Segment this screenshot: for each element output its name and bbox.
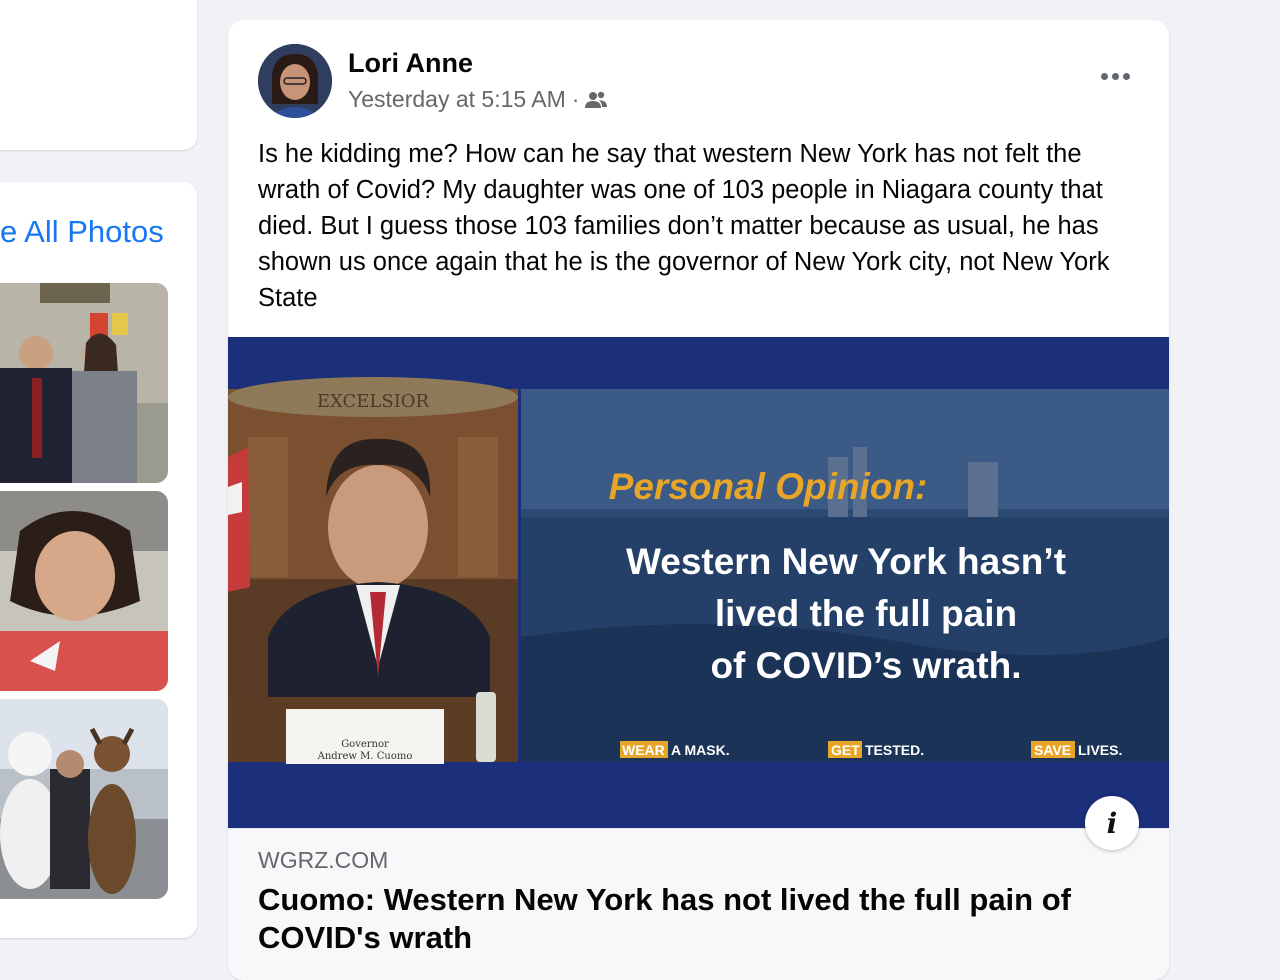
slogan-tag: SAVE bbox=[1034, 742, 1071, 758]
link-preview-footer[interactable]: WGRZ.COM Cuomo: Western New York has not… bbox=[228, 828, 1169, 980]
feed-post: Lori Anne Yesterday at 5:15 AM · Is he k… bbox=[228, 20, 1169, 980]
opinion-label: Personal Opinion: bbox=[609, 466, 928, 507]
photo-thumbnail[interactable] bbox=[0, 491, 168, 691]
slogan-text: A MASK. bbox=[671, 742, 730, 758]
info-icon[interactable]: i bbox=[1085, 796, 1139, 850]
see-all-photos-link[interactable]: e All Photos bbox=[0, 214, 164, 250]
more-options-button[interactable] bbox=[1095, 64, 1135, 88]
photo-thumbnail[interactable] bbox=[0, 283, 168, 483]
quote-line-3: of COVID’s wrath. bbox=[710, 645, 1021, 686]
photo-image bbox=[0, 491, 168, 691]
author-name[interactable]: Lori Anne bbox=[348, 48, 473, 79]
news-graphic: EXCELSIOR Governor Andrew M. Cuomo Perso… bbox=[228, 337, 1169, 828]
slogan-text: LIVES. bbox=[1078, 742, 1122, 758]
dot bbox=[1122, 72, 1130, 80]
dot bbox=[1100, 72, 1108, 80]
avatar-image bbox=[258, 44, 332, 118]
meta-separator: · bbox=[571, 86, 580, 112]
author-avatar[interactable] bbox=[258, 44, 332, 118]
left-sidebar-card bbox=[0, 0, 197, 150]
dot bbox=[1111, 72, 1119, 80]
post-text: Is he kidding me? How can he say that we… bbox=[258, 140, 1110, 312]
quote-line-2: lived the full pain bbox=[715, 593, 1017, 634]
link-headline[interactable]: Cuomo: Western New York has not lived th… bbox=[258, 881, 1138, 957]
link-preview-image[interactable]: EXCELSIOR Governor Andrew M. Cuomo Perso… bbox=[228, 337, 1169, 828]
placard-line-2: Andrew M. Cuomo bbox=[317, 751, 413, 762]
photo-thumbnail[interactable] bbox=[0, 699, 168, 899]
friends-icon[interactable] bbox=[585, 91, 608, 109]
link-domain: WGRZ.COM bbox=[258, 847, 389, 873]
photo-image bbox=[0, 283, 168, 483]
slogan-tag: WEAR bbox=[622, 742, 665, 758]
seal-text: EXCELSIOR bbox=[317, 391, 430, 412]
placard-line-1: Governor bbox=[341, 739, 389, 750]
post-meta: Yesterday at 5:15 AM · bbox=[348, 86, 608, 113]
slogan-tag: GET bbox=[831, 742, 860, 758]
slogan-text: TESTED. bbox=[865, 742, 924, 758]
photo-image bbox=[0, 699, 168, 899]
post-timestamp[interactable]: Yesterday at 5:15 AM bbox=[348, 86, 566, 113]
quote-line-1: Western New York hasn’t bbox=[626, 541, 1066, 582]
